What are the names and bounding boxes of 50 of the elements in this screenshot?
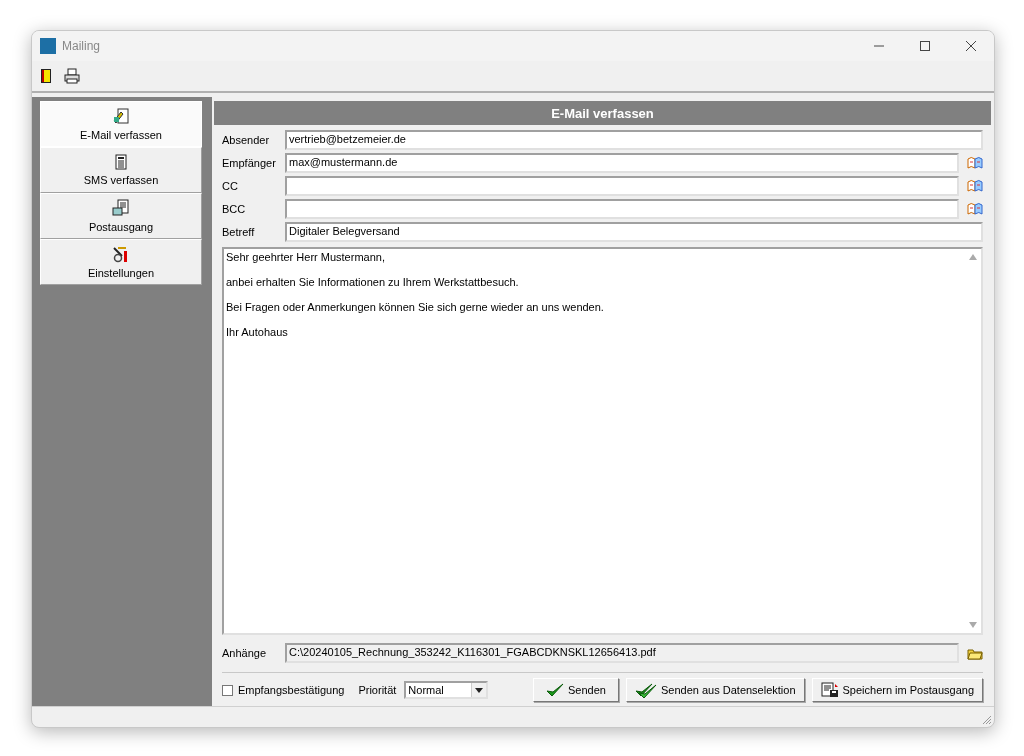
field-label: Priorität xyxy=(358,684,397,696)
field-label: Empfänger xyxy=(222,157,277,169)
scroll-up-icon[interactable] xyxy=(969,254,977,260)
input-field[interactable] xyxy=(285,199,959,219)
sidebar-item[interactable]: SMS verfassen xyxy=(40,147,202,193)
folder-icon[interactable] xyxy=(967,646,983,660)
checkmark-icon xyxy=(546,682,564,698)
input-field[interactable]: max@mustermann.de xyxy=(285,153,959,173)
resize-grip-icon xyxy=(982,715,992,725)
attachment-field[interactable]: C:\20240105_Rechnung_353242_K116301_FGABCDKNSKL12656413.pdf xyxy=(285,643,959,663)
dropdown-arrow-icon[interactable] xyxy=(475,687,484,693)
input-field[interactable]: Digitaler Belegversand xyxy=(285,222,983,242)
checkbox[interactable] xyxy=(222,684,233,696)
field-label: BCC xyxy=(222,203,247,215)
message-field[interactable]: Sehr geehrter Herr Mustermann, anbei erhalten Sie Informationen zu Ihrem Werkstattbesuch. Bei Fragen oder Anmerkungen können Sie sich gerne wieder an uns wenden. Ihr Autohaus xyxy=(222,247,983,635)
action-button[interactable]: Senden aus Datenselektion xyxy=(626,678,805,702)
tools-icon xyxy=(112,245,130,263)
field-label: CC xyxy=(222,180,239,192)
document-tray-icon xyxy=(112,199,130,217)
calculator-icon xyxy=(115,154,127,170)
double-checkmark-icon xyxy=(635,681,657,699)
close-icon[interactable] xyxy=(965,40,977,52)
field-label: Betreff xyxy=(222,226,256,238)
text-paragraph: Bei Fragen oder Anmerkungen können Sie sich gerne wieder an uns wenden. xyxy=(226,301,605,313)
address-book-icon[interactable] xyxy=(967,156,983,170)
input-field[interactable]: vertrieb@betzemeier.de xyxy=(285,130,983,150)
text-paragraph: anbei erhalten Sie Informationen zu Ihrem Werkstattbesuch. xyxy=(226,276,520,288)
field-label: Anhänge xyxy=(222,647,268,659)
sidebar-item[interactable]: Einstellungen xyxy=(40,239,202,285)
action-button[interactable]: Speichern im Postausgang xyxy=(811,678,983,702)
door-icon[interactable] xyxy=(40,68,52,84)
window-title: Mailing xyxy=(62,39,100,53)
sidebar-item[interactable]: Postausgang xyxy=(40,193,202,239)
sidebar-item[interactable]: E-Mail verfassen xyxy=(40,101,202,147)
text-paragraph: Sehr geehrter Herr Mustermann, xyxy=(226,251,386,263)
scroll-down-icon[interactable] xyxy=(969,622,977,628)
field-label: Absender xyxy=(222,134,271,146)
app-icon xyxy=(40,38,56,54)
action-button[interactable]: Senden xyxy=(533,678,619,702)
address-book-icon[interactable] xyxy=(967,179,983,193)
text-paragraph: Ihr Autohaus xyxy=(226,326,289,338)
priority-dropdown[interactable]: Normal xyxy=(404,681,489,699)
input-field[interactable] xyxy=(285,176,959,196)
maximize-icon[interactable] xyxy=(919,40,931,52)
document-pen-icon xyxy=(113,107,129,125)
save-document-icon xyxy=(820,682,839,698)
panel-header: E-Mail verfassen xyxy=(214,101,991,125)
checkbox-label: Empfangsbestätigung xyxy=(238,684,345,696)
address-book-icon[interactable] xyxy=(967,202,983,216)
printer-icon[interactable] xyxy=(64,68,80,84)
